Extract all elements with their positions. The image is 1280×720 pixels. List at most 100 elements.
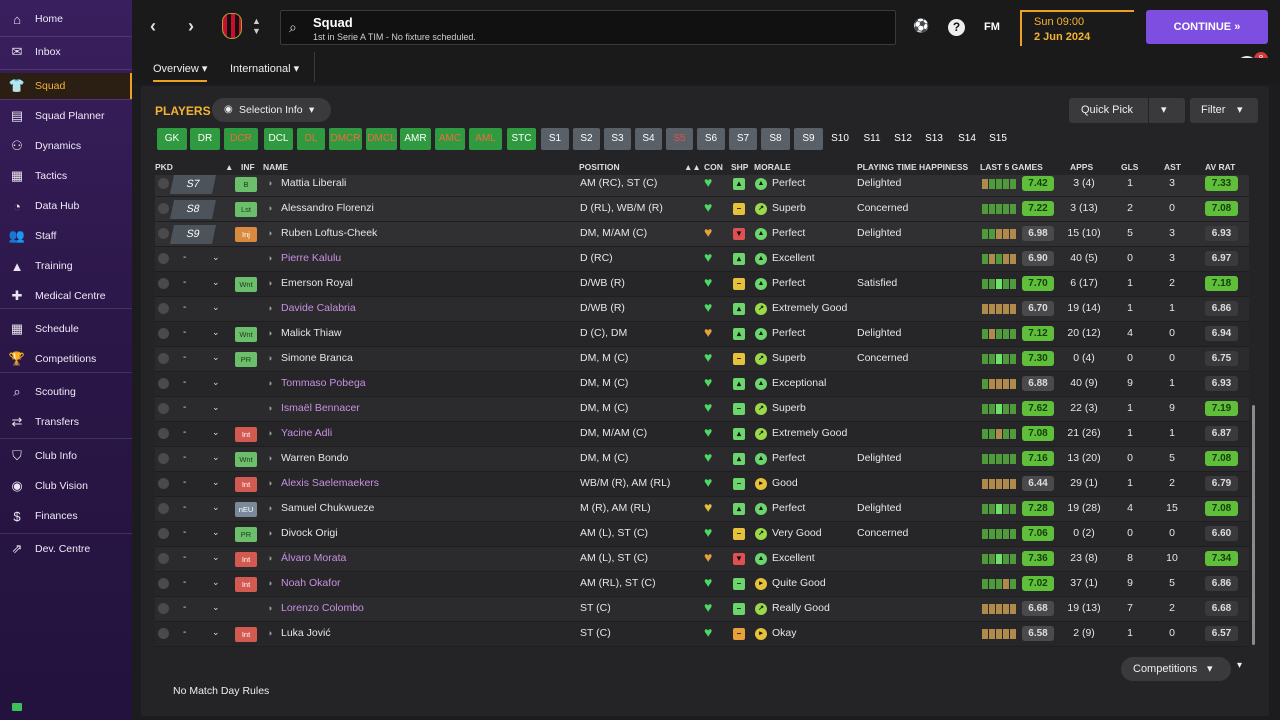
info-badge[interactable]: Lst — [235, 202, 257, 217]
pick-checkbox[interactable] — [158, 578, 169, 589]
sidebar-item-inbox[interactable]: ✉ Inbox — [0, 39, 132, 65]
position-chip-s6[interactable]: S6 — [697, 128, 725, 150]
fm-menu-button[interactable]: FM — [984, 21, 1000, 33]
table-row[interactable]: - ⌄ Wnt ◑ Malick Thiaw D (C), DM ♥ ▴ ▲ Perfect Del… — [155, 322, 1249, 347]
player-name[interactable]: Malick Thiaw — [281, 327, 342, 339]
col-ast[interactable]: AST — [1164, 162, 1181, 172]
position-chip-dmcr[interactable]: DMCR — [329, 128, 362, 150]
position-chip-amc[interactable]: AMC — [435, 128, 465, 150]
table-row[interactable]: - ⌄ ◑ Davide Calabria D/WB (R) ♥ ▴ ↗ Extremely G… — [155, 297, 1249, 322]
position-chip-dmcl[interactable]: DMCL — [366, 128, 397, 150]
table-row[interactable]: - ⌄ Int ◑ Alexis Saelemaekers WB/M (R), AM (R… — [155, 472, 1249, 497]
chevron-down-icon[interactable]: ⌄ — [212, 527, 220, 538]
selection-slot[interactable]: S7 — [169, 175, 217, 194]
quick-pick-button[interactable]: Quick Pick ▾ — [1069, 98, 1185, 123]
player-name[interactable]: Ismaël Bennacer — [281, 402, 360, 414]
table-row[interactable]: - ⌄ ◑ Lorenzo Colombo ST (C) ♥ – ↗ Really Good 6.… — [155, 597, 1249, 622]
selection-slot[interactable]: - — [183, 477, 186, 488]
player-name[interactable]: Emerson Royal — [281, 277, 353, 289]
pick-checkbox[interactable] — [158, 403, 169, 414]
pick-checkbox[interactable] — [158, 528, 169, 539]
table-row[interactable]: - ⌄ Int ◑ Luka Jović ST (C) ♥ – ▸ Okay 6.58 2 (9) 1 0… — [155, 622, 1249, 647]
table-row[interactable]: - ⌄ Int ◑ Noah Okafor AM (RL), ST (C) ♥ – ▸ Quite… — [155, 572, 1249, 597]
player-name[interactable]: Samuel Chukwueze — [281, 502, 374, 514]
selection-slot[interactable]: - — [183, 502, 186, 513]
table-row[interactable]: - ⌄ Wnt ◑ Warren Bondo DM, M (C) ♥ ▴ ▲ Perfect Del… — [155, 447, 1249, 472]
player-name[interactable]: Yacine Adli — [281, 427, 332, 439]
tab-international[interactable]: International ▾ — [230, 62, 299, 75]
table-row[interactable]: - ⌄ ◑ Ismaël Bennacer DM, M (C) ♥ – ↗ Superb 7.62… — [155, 397, 1249, 422]
info-badge[interactable]: PR — [235, 527, 257, 542]
pick-checkbox[interactable] — [158, 228, 169, 239]
selection-slot[interactable]: - — [183, 527, 186, 538]
chevron-down-icon[interactable]: ▾ — [1161, 98, 1167, 123]
selection-slot[interactable]: - — [183, 302, 186, 313]
sidebar-item-training[interactable]: ▲ Training — [0, 253, 132, 279]
table-row[interactable]: - ⌄ PR ◑ Simone Branca DM, M (C) ♥ – ↗ Superb Conc… — [155, 347, 1249, 372]
club-crest-icon[interactable] — [222, 13, 242, 39]
col-av-rat[interactable]: AV RAT — [1205, 162, 1235, 172]
chevron-down-icon[interactable]: ⌄ — [212, 252, 220, 263]
selection-slot[interactable]: - — [183, 577, 186, 588]
date-display[interactable]: Sun 09:00 2 Jun 2024 — [1020, 10, 1134, 46]
pick-checkbox[interactable] — [158, 628, 169, 639]
sidebar-item-finances[interactable]: $ Finances — [0, 503, 132, 529]
pick-checkbox[interactable] — [158, 178, 169, 189]
scrollbar-thumb[interactable] — [1252, 405, 1255, 645]
selection-slot[interactable]: - — [183, 377, 186, 388]
col-inf[interactable]: INF — [241, 162, 255, 172]
sidebar-item-schedule[interactable]: ▦ Schedule — [0, 316, 132, 342]
info-badge[interactable]: Inj — [235, 227, 257, 242]
position-chip-s3[interactable]: S3 — [604, 128, 631, 150]
col-gls[interactable]: GLS — [1121, 162, 1138, 172]
chevron-down-icon[interactable]: ⌄ — [212, 477, 220, 488]
pick-checkbox[interactable] — [158, 478, 169, 489]
position-chip-s2[interactable]: S2 — [573, 128, 600, 150]
sidebar-item-medical-centre[interactable]: ✚ Medical Centre — [0, 283, 132, 309]
position-chip-s5[interactable]: S5 — [666, 128, 693, 150]
selection-slot[interactable]: - — [183, 352, 186, 363]
table-row[interactable]: - ⌄ Int ◑ Yacine Adli DM, M/AM (C) ♥ ▴ ↗ Extremel… — [155, 422, 1249, 447]
chevron-down-icon[interactable]: ⌄ — [212, 277, 220, 288]
filter-button[interactable]: Filter ▾ — [1190, 98, 1258, 123]
info-badge[interactable]: Int — [235, 477, 257, 492]
table-row[interactable]: - ⌄ ◑ Tommaso Pobega DM, M (C) ♥ ▴ ▲ Exceptional… — [155, 372, 1249, 397]
chevron-down-icon[interactable]: ⌄ — [212, 427, 220, 438]
info-badge[interactable]: Wnt — [235, 452, 257, 467]
position-chip-dcr[interactable]: DCR — [224, 128, 258, 150]
col-con[interactable]: CON — [704, 162, 723, 172]
selection-slot[interactable]: - — [183, 252, 186, 263]
sidebar-item-competitions[interactable]: 🏆 Competitions — [0, 346, 132, 372]
chevron-down-icon[interactable]: ⌄ — [212, 627, 220, 638]
info-badge[interactable]: Int — [235, 427, 257, 442]
pick-checkbox[interactable] — [158, 428, 169, 439]
table-row[interactable]: - ⌄ ◑ Pierre Kalulu D (RC) ♥ ▴ ▲ Excellent 6.90 40… — [155, 247, 1249, 272]
selection-slot[interactable]: - — [183, 627, 186, 638]
selection-slot[interactable]: - — [183, 602, 186, 613]
forward-arrow-icon[interactable]: › — [188, 16, 194, 37]
pick-checkbox[interactable] — [158, 353, 169, 364]
table-row[interactable]: S7 B ◑ Mattia Liberali AM (RC), ST (C) ♥ ▲ ▲ Per… — [155, 175, 1249, 197]
selection-slot[interactable]: - — [183, 427, 186, 438]
col-last5[interactable]: LAST 5 GAMES — [980, 162, 1043, 172]
expand-chevron-icon[interactable]: ▾ — [1237, 660, 1242, 671]
table-row[interactable]: - ⌄ Int ◑ Álvaro Morata AM (L), ST (C) ♥ ▼ ▲ Exce… — [155, 547, 1249, 572]
player-name[interactable]: Alexis Saelemaekers — [281, 477, 379, 489]
pick-checkbox[interactable] — [158, 553, 169, 564]
selection-slot[interactable]: - — [183, 277, 186, 288]
info-badge[interactable]: nEU — [235, 502, 257, 517]
chevron-down-icon[interactable]: ⌄ — [212, 502, 220, 513]
position-chip-s10[interactable]: S10 — [826, 128, 854, 150]
pick-checkbox[interactable] — [158, 378, 169, 389]
sidebar-item-tactics[interactable]: ▦ Tactics — [0, 163, 132, 189]
player-name[interactable]: Lorenzo Colombo — [281, 602, 364, 614]
table-row[interactable]: - ⌄ PR ◑ Divock Origi AM (L), ST (C) ♥ – ↗ Very G… — [155, 522, 1249, 547]
sidebar-item-dev-centre[interactable]: ⇗ Dev. Centre — [0, 536, 132, 562]
info-badge[interactable]: B — [235, 177, 257, 192]
position-chip-s9[interactable]: S9 — [794, 128, 823, 150]
tab-overview[interactable]: Overview ▾ — [153, 62, 208, 82]
pick-checkbox[interactable] — [158, 453, 169, 464]
selection-info-button[interactable]: ◉ Selection Info ▾ — [212, 98, 331, 122]
sidebar-item-club-info[interactable]: ⛉ Club Info — [0, 443, 132, 469]
player-name[interactable]: Mattia Liberali — [281, 177, 346, 189]
